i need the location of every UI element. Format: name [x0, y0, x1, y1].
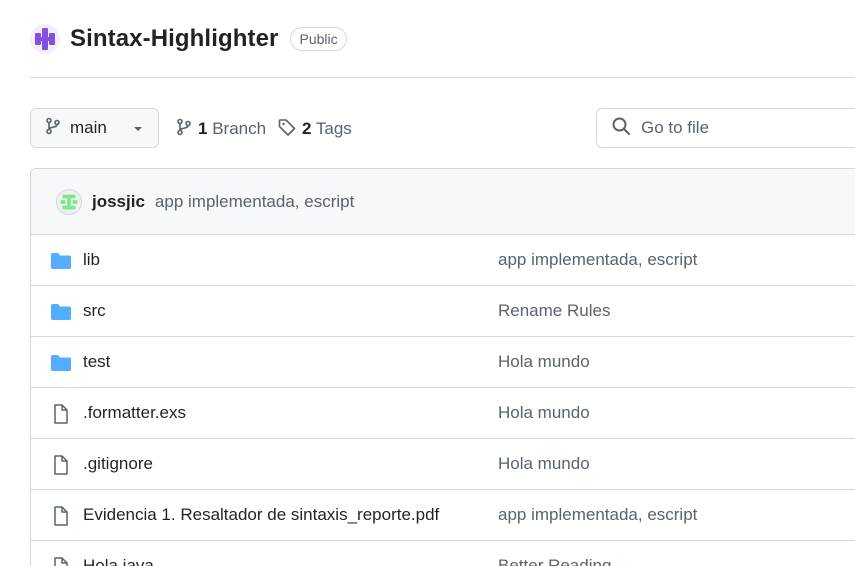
- file-commit-link[interactable]: Hola mundo: [498, 352, 590, 372]
- tag-icon: [278, 118, 296, 141]
- file-row[interactable]: Hola.java Better Reading: [31, 541, 855, 566]
- file-browser: jossjic app implementada, escript lib ap…: [30, 168, 855, 566]
- file-row[interactable]: test Hola mundo: [31, 337, 855, 388]
- search-icon: [611, 116, 631, 141]
- tags-link[interactable]: 2 Tags: [278, 118, 352, 140]
- repo-owner-avatar[interactable]: [30, 24, 60, 54]
- file-row[interactable]: src Rename Rules: [31, 286, 855, 337]
- file-icon: [50, 455, 72, 475]
- file-name-link[interactable]: .gitignore: [83, 454, 153, 474]
- file-name-link[interactable]: .formatter.exs: [83, 403, 186, 423]
- go-to-file-search[interactable]: [596, 108, 855, 148]
- branches-label: Branch: [212, 119, 267, 138]
- folder-icon: [50, 302, 72, 322]
- git-branch-icon: [45, 117, 61, 140]
- visibility-badge: Public: [290, 27, 347, 51]
- file-commit-link[interactable]: Hola mundo: [498, 454, 590, 474]
- file-name-link[interactable]: Evidencia 1. Resaltador de sintaxis_repo…: [83, 505, 439, 525]
- file-commit-link[interactable]: Better Reading: [498, 556, 611, 566]
- file-row[interactable]: lib app implementada, escript: [31, 235, 855, 286]
- repo-name-link[interactable]: Sintax-Highlighter: [70, 25, 278, 53]
- commit-author-avatar[interactable]: [56, 188, 82, 215]
- branches-link[interactable]: 1 Branch: [176, 118, 266, 140]
- repo-header: Sintax-Highlighter Public: [30, 20, 347, 58]
- file-icon: [50, 404, 72, 424]
- tags-label: Tags: [315, 119, 352, 138]
- file-row[interactable]: Evidencia 1. Resaltador de sintaxis_repo…: [31, 490, 855, 541]
- repo-page: Sintax-Highlighter Public main 1 Branch …: [0, 0, 855, 566]
- latest-commit-bar: jossjic app implementada, escript: [31, 169, 855, 235]
- file-name-link[interactable]: test: [83, 352, 110, 372]
- file-row[interactable]: .gitignore Hola mundo: [31, 439, 855, 490]
- file-commit-link[interactable]: app implementada, escript: [498, 505, 697, 525]
- file-name-link[interactable]: src: [83, 301, 106, 321]
- folder-icon: [50, 353, 72, 373]
- branch-name: main: [70, 118, 107, 137]
- tags-count: 2: [302, 119, 312, 138]
- file-name-link[interactable]: Hola.java: [83, 556, 154, 566]
- branches-count: 1: [198, 119, 208, 138]
- file-icon: [50, 506, 72, 526]
- commit-message-link[interactable]: app implementada, escript: [155, 192, 354, 212]
- file-row[interactable]: .formatter.exs Hola mundo: [31, 388, 855, 439]
- file-commit-link[interactable]: Rename Rules: [498, 301, 610, 321]
- folder-icon: [50, 251, 72, 271]
- caret-down-icon: [132, 118, 144, 138]
- git-branch-icon: [176, 118, 192, 141]
- branch-select-button[interactable]: main: [30, 108, 159, 148]
- file-commit-link[interactable]: app implementada, escript: [498, 250, 697, 270]
- header-divider: [30, 77, 855, 78]
- commit-author-link[interactable]: jossjic: [92, 192, 145, 212]
- file-name-link[interactable]: lib: [83, 250, 100, 270]
- file-icon: [50, 557, 72, 566]
- file-commit-link[interactable]: Hola mundo: [498, 403, 590, 423]
- go-to-file-input[interactable]: [641, 118, 821, 138]
